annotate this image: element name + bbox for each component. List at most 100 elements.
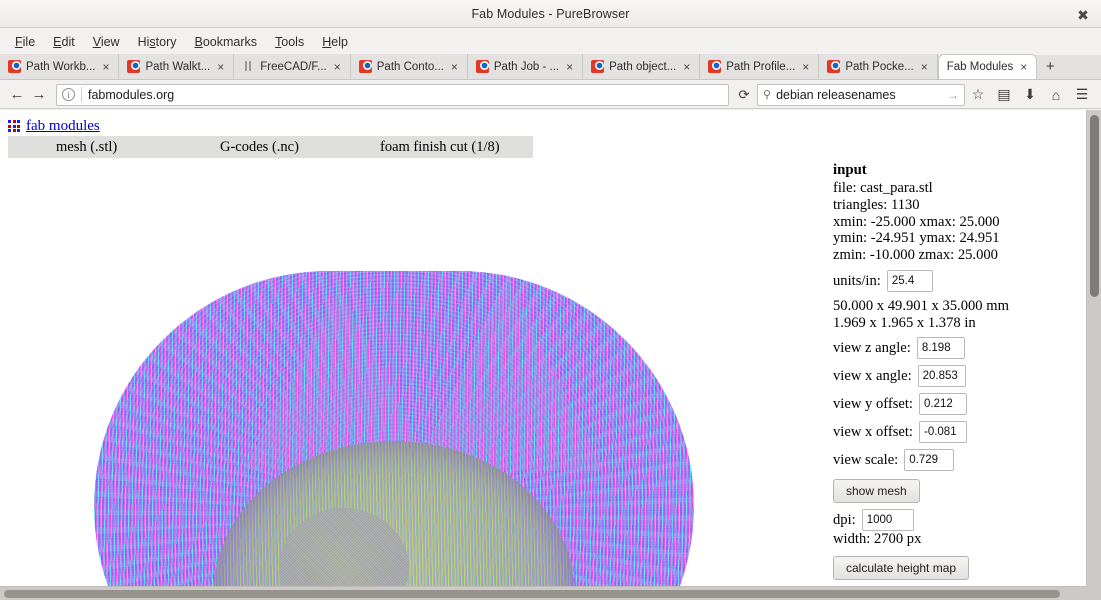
breadcrumb-item-mesh[interactable]: mesh (.stl) [56, 139, 117, 156]
search-bar[interactable]: ⚲ debian releasenames → [757, 83, 965, 106]
input-x-bounds-line: xmin: -25.000 xmax: 25.000 [833, 213, 1000, 230]
mesh-canvas[interactable] [94, 271, 694, 600]
mesh-dome-surface [94, 271, 694, 600]
view-y-offset-row: view y offset: [833, 393, 1083, 416]
window-title: Fab Modules - PureBrowser [471, 6, 630, 21]
horizontal-scrollbar-thumb[interactable] [4, 590, 1060, 598]
hamburger-menu-icon[interactable]: ☰ [1069, 83, 1095, 107]
menu-item-edit[interactable]: Edit [44, 32, 84, 52]
tab-title: Path Conto... [376, 60, 444, 73]
document-icon [242, 60, 255, 73]
navigation-toolbar: ← → i fabmodules.org ⟳ ⚲ debian releasen… [0, 81, 1101, 109]
menu-item-bookmarks[interactable]: Bookmarks [186, 32, 267, 52]
calculate-height-map-row: calculate height map [833, 556, 1083, 581]
show-mesh-button[interactable]: show mesh [833, 479, 920, 504]
browser-tab-active[interactable]: Fab Modules × [937, 54, 1038, 79]
breadcrumb-item-foam-finish-cut[interactable]: foam finish cut (1/8) [380, 139, 500, 156]
breadcrumb: mesh (.stl) G-codes (.nc) foam finish cu… [8, 136, 533, 158]
url-input[interactable]: fabmodules.org [88, 88, 728, 102]
logo-dot [8, 120, 11, 123]
tab-title: Path Workb... [26, 60, 96, 73]
url-bar[interactable]: i fabmodules.org [56, 83, 729, 106]
menu-item-help[interactable]: Help [313, 32, 357, 52]
tab-close-icon[interactable]: × [102, 61, 109, 73]
vertical-scrollbar-thumb[interactable] [1090, 115, 1099, 297]
horizontal-scrollbar[interactable] [0, 586, 1086, 600]
new-tab-icon[interactable]: + [1037, 54, 1063, 79]
fab-modules-logo-icon [8, 120, 21, 133]
search-submit-icon[interactable]: → [947, 88, 959, 102]
logo-dot [8, 124, 11, 128]
forward-icon[interactable]: → [28, 84, 50, 106]
view-y-offset-label: view y offset: [833, 396, 913, 413]
fab-modules-link[interactable]: fab modules [26, 118, 100, 135]
home-icon[interactable]: ⌂ [1043, 83, 1069, 107]
dpi-input[interactable] [861, 509, 914, 532]
view-y-offset-input[interactable] [918, 393, 967, 416]
vertical-scrollbar[interactable] [1086, 110, 1101, 590]
view-x-offset-input[interactable] [918, 421, 967, 444]
browser-tab[interactable]: Path Walkt... × [119, 54, 235, 79]
view-scale-row: view scale: [833, 449, 1083, 472]
browser-tab[interactable]: Path Profile... × [700, 54, 820, 79]
view-z-angle-label: view z angle: [833, 340, 911, 357]
units-per-inch-input[interactable] [886, 269, 933, 292]
library-icon[interactable]: ▤ [991, 83, 1017, 107]
tab-close-icon[interactable]: × [802, 61, 809, 73]
menu-item-file[interactable]: File [6, 32, 44, 52]
menu-item-history[interactable]: History [129, 32, 186, 52]
logo-dot [12, 129, 16, 132]
search-input[interactable]: debian releasenames [776, 88, 947, 102]
tab-title: Path Pocke... [845, 60, 914, 73]
browser-tab[interactable]: Path Job - ... × [467, 54, 584, 79]
tab-title: Path object... [609, 60, 677, 73]
back-icon[interactable]: ← [6, 84, 28, 106]
view-x-offset-label: view x offset: [833, 424, 913, 441]
tab-title: Path Walkt... [145, 60, 211, 73]
tab-close-icon[interactable]: × [451, 61, 458, 73]
view-x-offset-row: view x offset: [833, 421, 1083, 444]
search-icon: ⚲ [763, 89, 772, 101]
tab-close-icon[interactable]: × [217, 61, 224, 73]
mesh-preview[interactable] [94, 271, 694, 600]
url-divider [81, 87, 82, 102]
tab-close-icon[interactable]: × [334, 61, 341, 73]
logo-dot [8, 129, 11, 132]
input-file-line: file: cast_para.stl [833, 180, 933, 197]
bookmark-star-icon[interactable]: ☆ [965, 83, 991, 107]
input-z-bounds-line: zmin: -10.000 zmax: 25.000 [833, 247, 998, 264]
browser-tab[interactable]: Path Conto... × [350, 54, 468, 79]
tab-close-icon[interactable]: × [1020, 61, 1027, 73]
page-content: fab modules mesh (.stl) G-codes (.nc) fo… [0, 110, 1101, 600]
calculate-height-map-button[interactable]: calculate height map [833, 556, 970, 581]
view-scale-input[interactable] [904, 449, 955, 472]
tab-close-icon[interactable]: × [921, 61, 928, 73]
menu-bar: File Edit View History Bookmarks Tools Help [0, 28, 1101, 55]
tab-close-icon[interactable]: × [566, 61, 573, 73]
window-titlebar: Fab Modules - PureBrowser ✖ [0, 0, 1101, 28]
view-z-angle-input[interactable] [916, 337, 965, 360]
dpi-label: dpi: [833, 512, 856, 529]
browser-tab[interactable]: Path Workb... × [0, 54, 120, 79]
browser-tab[interactable]: Path Pocke... × [819, 54, 938, 79]
view-scale-label: view scale: [833, 452, 899, 469]
menu-item-view[interactable]: View [84, 32, 129, 52]
logo-dot [17, 120, 20, 123]
breadcrumb-item-gcodes[interactable]: G-codes (.nc) [220, 139, 299, 156]
downloads-icon[interactable]: ⬇ [1017, 83, 1043, 107]
browser-tab[interactable]: FreeCAD/F... × [234, 54, 351, 79]
freecad-icon [127, 60, 141, 73]
tab-title: Fab Modules [946, 61, 1014, 73]
tab-bar: Path Workb... × Path Walkt... × FreeCAD/F...… [0, 54, 1101, 80]
freecad-icon [475, 60, 489, 73]
view-x-angle-input[interactable] [917, 365, 966, 388]
reload-icon[interactable]: ⟳ [733, 84, 755, 106]
tab-close-icon[interactable]: × [683, 61, 690, 73]
freecad-icon [8, 60, 21, 73]
menu-item-tools[interactable]: Tools [266, 32, 313, 52]
close-icon[interactable]: ✖ [1074, 6, 1092, 24]
site-info-icon[interactable]: i [62, 88, 75, 101]
view-x-angle-label: view x angle: [833, 368, 912, 385]
logo-dot [17, 124, 20, 128]
browser-tab[interactable]: Path object... × [583, 54, 701, 79]
